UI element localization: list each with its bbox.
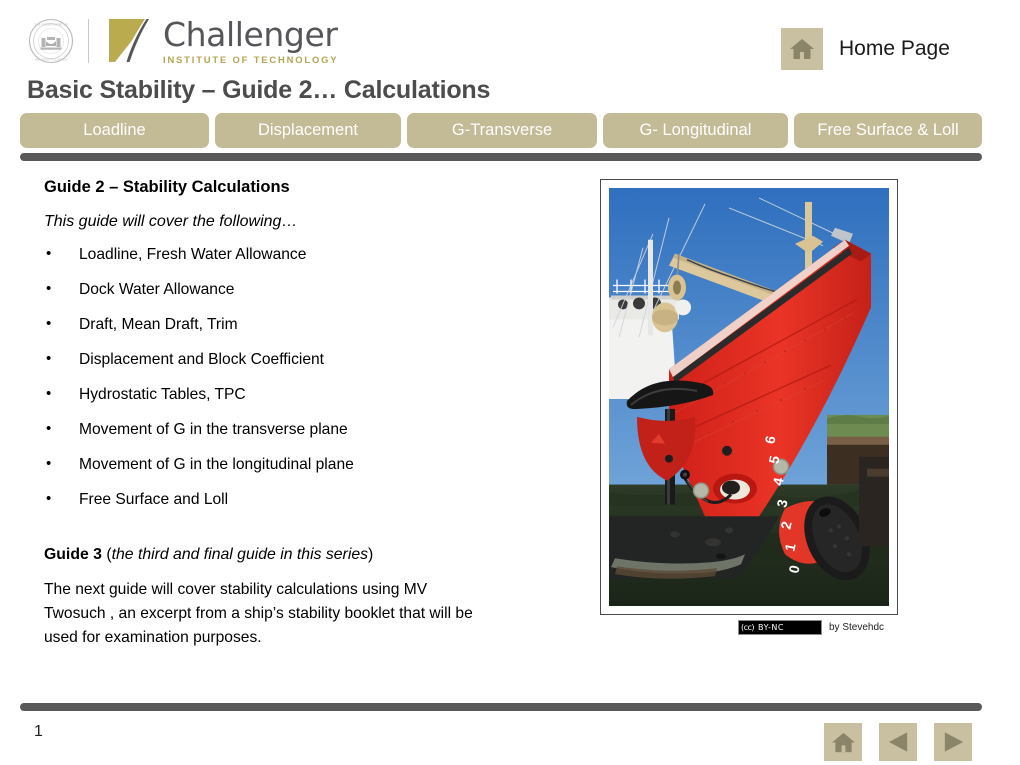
tab-free-surface-loll[interactable]: Free Surface & Loll <box>794 113 982 148</box>
guide-heading: Guide 2 – Stability Calculations <box>44 178 290 196</box>
photo-author: by Stevehdc <box>829 622 885 633</box>
logo-divider <box>88 19 89 63</box>
creative-commons-badge: (cc) BY-NC <box>738 620 822 635</box>
slide-body: Guide 2 – Stability Calculations This gu… <box>44 178 544 650</box>
triangle-right-icon <box>944 732 963 752</box>
brand-name: Challenger <box>163 14 338 54</box>
cc-logo-icon: (cc) <box>741 623 755 632</box>
svg-text:WESTERN AUSTRALIA: WESTERN AUSTRALIA <box>35 57 67 61</box>
home-icon-tile[interactable] <box>781 28 823 70</box>
triangle-left-icon <box>888 732 907 752</box>
list-item: Movement of G in the transverse plane <box>44 420 544 438</box>
guide3-subtitle: the third and final guide in this series <box>111 546 369 563</box>
header-divider <box>20 153 982 161</box>
guide3-paren-open: ( <box>101 546 112 563</box>
list-item: Displacement and Block Coefficient <box>44 350 544 368</box>
list-item: Movement of G in the longitudinal plane <box>44 455 544 473</box>
brand-tagline: INSTITUTE OF TECHNOLOGY <box>163 53 339 65</box>
home-page-link[interactable]: Home Page <box>781 28 950 70</box>
ship-photo-frame: 6 5 4 3 2 1 0 <box>600 179 898 615</box>
footer-next-button[interactable] <box>934 723 972 761</box>
photo-credit: (cc) BY-NC by Stevehdc <box>738 620 884 635</box>
guide3-paren-close: ) <box>368 546 374 563</box>
tab-g-longitudinal[interactable]: G- Longitudinal <box>603 113 788 148</box>
list-item: Loadline, Fresh Water Allowance <box>44 245 544 263</box>
home-icon <box>831 732 855 752</box>
list-item: Dock Water Allowance <box>44 280 544 298</box>
challenger-emblem-icon <box>109 19 149 62</box>
footer-home-button[interactable] <box>824 723 862 761</box>
footer-navigation <box>824 723 972 761</box>
tab-displacement[interactable]: Displacement <box>215 113 401 148</box>
tab-g-transverse[interactable]: G-Transverse <box>407 113 597 148</box>
tab-loadline[interactable]: Loadline <box>20 113 209 148</box>
brand-logo: THE GOVERNMENT OF WESTERN AUSTRALIA Chal… <box>28 12 338 70</box>
list-item: Free Surface and Loll <box>44 490 544 508</box>
list-item: Hydrostatic Tables, TPC <box>44 385 544 403</box>
list-item: Draft, Mean Draft, Trim <box>44 315 544 333</box>
guide-intro: This guide will cover the following… <box>44 213 298 230</box>
page-title: Basic Stability – Guide 2… Calculations <box>27 76 491 104</box>
footer-previous-button[interactable] <box>879 723 917 761</box>
section-tab-bar: Loadline Displacement G-Transverse G- Lo… <box>20 113 982 148</box>
brand-wordmark: Challenger INSTITUTE OF TECHNOLOGY <box>163 18 338 65</box>
page-number: 1 <box>34 723 43 740</box>
cc-license-terms: BY-NC <box>758 623 784 632</box>
ship-bow-photo: 6 5 4 3 2 1 0 <box>609 188 889 606</box>
home-icon <box>790 39 814 59</box>
government-crest-icon: THE GOVERNMENT OF WESTERN AUSTRALIA <box>28 18 74 64</box>
guide3-label: Guide 3 <box>44 546 102 563</box>
guide3-body: The next guide will cover stability calc… <box>44 581 473 646</box>
home-page-label: Home Page <box>839 37 950 60</box>
svg-text:THE GOVERNMENT OF: THE GOVERNMENT OF <box>34 23 67 27</box>
topic-list: Loadline, Fresh Water Allowance Dock Wat… <box>44 245 544 508</box>
footer-divider <box>20 703 982 711</box>
guide3-heading: Guide 3 (the third and final guide in th… <box>44 546 544 564</box>
